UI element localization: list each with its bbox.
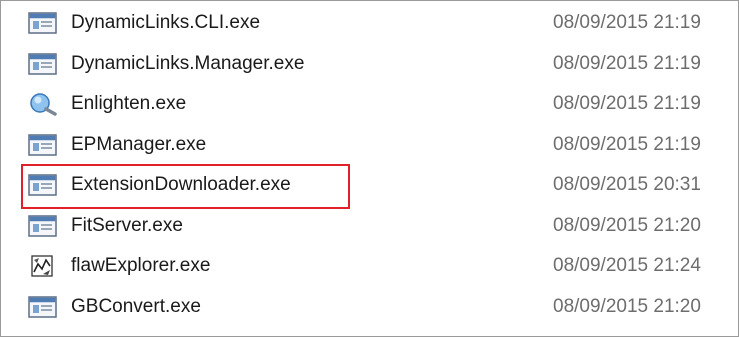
file-name: EPManager.exe [71, 133, 207, 155]
file-name: Enlighten.exe [71, 93, 187, 115]
file-row-extensiondownloader[interactable]: ExtensionDownloader.exe 08/09/2015 20:31 [1, 165, 739, 206]
application-window-icon [28, 52, 58, 76]
file-list-pane: DynamicLinks.CLI.exe 08/09/2015 21:19 Dy… [0, 0, 739, 337]
file-name: DynamicLinks.Manager.exe [71, 52, 305, 74]
file-date-modified: 08/09/2015 21:24 [553, 255, 701, 277]
application-window-icon [28, 11, 58, 35]
file-row-dynamiclinks-cli[interactable]: DynamicLinks.CLI.exe 08/09/2015 21:19 [1, 3, 739, 44]
file-date-modified: 08/09/2015 21:19 [553, 52, 701, 74]
file-row-enlighten[interactable]: Enlighten.exe 08/09/2015 21:19 [1, 84, 739, 125]
file-name: FitServer.exe [71, 214, 183, 236]
application-window-icon [28, 295, 58, 319]
file-date-modified: 08/09/2015 21:19 [553, 133, 701, 155]
file-name: ExtensionDownloader.exe [71, 174, 291, 196]
file-name: GBConvert.exe [71, 295, 201, 317]
file-row-fitserver[interactable]: FitServer.exe 08/09/2015 21:20 [1, 206, 739, 247]
file-row-gbconvert[interactable]: GBConvert.exe 08/09/2015 21:20 [1, 287, 739, 328]
file-name: flawExplorer.exe [71, 255, 211, 277]
file-row-epmanager[interactable]: EPManager.exe 08/09/2015 21:19 [1, 125, 739, 166]
application-window-icon [28, 173, 58, 197]
file-date-modified: 08/09/2015 21:20 [553, 295, 701, 317]
file-date-modified: 08/09/2015 21:20 [553, 214, 701, 236]
file-date-modified: 08/09/2015 21:19 [553, 93, 701, 115]
file-row-flawexplorer[interactable]: flawExplorer.exe 08/09/2015 21:24 [1, 246, 739, 287]
chart-app-icon [28, 254, 58, 278]
file-list: DynamicLinks.CLI.exe 08/09/2015 21:19 Dy… [1, 3, 739, 327]
file-name: DynamicLinks.CLI.exe [71, 12, 261, 34]
application-window-icon [28, 133, 58, 157]
file-date-modified: 08/09/2015 20:31 [553, 174, 701, 196]
application-window-icon [28, 214, 58, 238]
magnifier-app-icon [28, 92, 58, 116]
file-date-modified: 08/09/2015 21:19 [553, 12, 701, 34]
file-row-dynamiclinks-manager[interactable]: DynamicLinks.Manager.exe 08/09/2015 21:1… [1, 44, 739, 85]
